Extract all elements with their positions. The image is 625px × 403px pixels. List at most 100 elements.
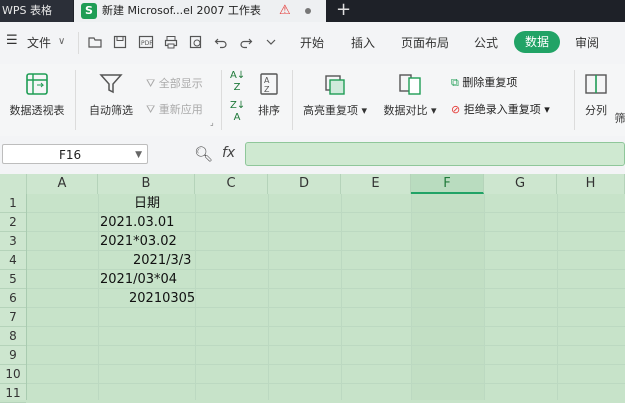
- menu-data[interactable]: 数据: [514, 31, 560, 53]
- row-header-5[interactable]: 5: [0, 270, 26, 289]
- show-all-icon: ⛛: [146, 77, 159, 90]
- row-header-11[interactable]: 11: [0, 384, 26, 403]
- cell-b6[interactable]: 20210305: [129, 289, 195, 308]
- column-header-d[interactable]: D: [268, 174, 341, 194]
- new-tab-button[interactable]: +: [336, 0, 351, 20]
- highlight-duplicates-label: 高亮重复项: [302, 104, 358, 117]
- svg-text:PDF: PDF: [141, 40, 153, 47]
- text-to-columns-button[interactable]: 分列: [582, 72, 610, 118]
- menu-file[interactable]: 文件: [27, 34, 51, 51]
- sort-ascending-button[interactable]: A↓ Z: [230, 70, 245, 94]
- data-compare-button[interactable]: 数据对比 ▾: [378, 72, 442, 118]
- row-header-9[interactable]: 9: [0, 346, 26, 365]
- data-compare-icon: [399, 74, 421, 95]
- column-header-e[interactable]: E: [341, 174, 411, 194]
- reject-duplicates-icon: ⊘: [451, 103, 464, 116]
- row-header-10[interactable]: 10: [0, 365, 26, 384]
- sort-descending-icon: Z↓ A: [230, 100, 246, 123]
- menu-formula[interactable]: 公式: [474, 34, 498, 51]
- row-header-7[interactable]: 7: [0, 308, 26, 327]
- pivot-table-icon: [26, 73, 48, 95]
- column-header-f[interactable]: F: [411, 174, 484, 194]
- redo-icon[interactable]: [239, 35, 253, 49]
- print-preview-icon[interactable]: [189, 35, 203, 49]
- highlight-duplicates-icon: [325, 75, 345, 95]
- active-column-highlight: [411, 194, 484, 400]
- filter-dialog-launcher-icon[interactable]: ⌟: [210, 118, 214, 127]
- split-columns-icon: [585, 74, 607, 94]
- pivot-table-label: 数据透视表: [9, 104, 65, 117]
- sort-button[interactable]: AZ 排序: [254, 72, 284, 118]
- show-all-button[interactable]: ⛛ 全部显示: [146, 75, 203, 91]
- undo-icon[interactable]: [214, 35, 228, 49]
- export-pdf-icon[interactable]: PDF: [138, 35, 154, 49]
- cell-b1[interactable]: 日期: [134, 194, 160, 213]
- column-header-g[interactable]: G: [484, 174, 557, 194]
- column-header-h[interactable]: H: [557, 174, 625, 194]
- autofilter-label: 自动筛选: [89, 104, 133, 117]
- sort-descending-button[interactable]: Z↓ A: [230, 100, 246, 124]
- save-icon[interactable]: [113, 35, 127, 49]
- open-folder-icon[interactable]: [88, 35, 102, 49]
- insert-function-icon[interactable]: fx: [222, 145, 235, 161]
- remove-duplicates-icon: ⧉: [451, 76, 463, 89]
- column-headers: A B C D E F G H: [0, 174, 625, 195]
- select-all-corner[interactable]: [0, 174, 27, 194]
- svg-text:A: A: [264, 76, 270, 85]
- column-header-c[interactable]: C: [195, 174, 268, 194]
- name-box[interactable]: F16 ▼: [2, 144, 148, 164]
- row-header-3[interactable]: 3: [0, 232, 26, 251]
- title-bar: WPS 表格 S 新建 Microsof...el 2007 工作表 ⚠ +: [0, 0, 625, 22]
- row-header-2[interactable]: 2: [0, 213, 26, 232]
- cell-b2[interactable]: 2021.03.01: [100, 213, 174, 232]
- column-header-a[interactable]: A: [27, 174, 98, 194]
- hamburger-menu-icon[interactable]: ☰: [6, 33, 18, 48]
- spreadsheet-file-icon: S: [81, 3, 97, 19]
- ribbon-data: 数据透视表 自动筛选 ⛛ 全部显示 ⛛ 重新应用 ⌟ A↓ Z Z↓ A AZ 排序…: [0, 64, 625, 137]
- file-dropdown-icon[interactable]: ∨: [58, 36, 65, 47]
- menu-insert[interactable]: 插入: [351, 34, 375, 51]
- cell-b3[interactable]: 2021*03.02: [100, 232, 177, 251]
- cell-grid[interactable]: 日期 2021.03.01 2021*03.02 2021/3/3 2021/0…: [27, 194, 625, 400]
- more-filter-button[interactable]: 筛: [614, 110, 625, 126]
- reapply-icon: ⛛: [146, 103, 159, 116]
- row-headers: 1 2 3 4 5 6 7 8 9 10 11: [0, 194, 27, 403]
- highlight-duplicates-button[interactable]: 高亮重复项 ▾: [298, 72, 372, 118]
- formula-input[interactable]: [245, 142, 625, 166]
- reject-duplicates-button[interactable]: ⊘ 拒绝录入重复项 ▾: [451, 101, 550, 117]
- row-header-8[interactable]: 8: [0, 327, 26, 346]
- autofilter-button[interactable]: 自动筛选: [83, 72, 139, 118]
- row-header-1[interactable]: 1: [0, 194, 26, 213]
- highlight-dropdown-icon[interactable]: ▾: [358, 104, 367, 117]
- sort-label: 排序: [258, 104, 280, 117]
- row-header-6[interactable]: 6: [0, 289, 26, 308]
- menu-bar: ☰ 文件 ∨ PDF 开始 插入 页面布局 公式 数据 审阅: [0, 22, 625, 65]
- row-header-4[interactable]: 4: [0, 251, 26, 270]
- formula-bar: F16 ▼ 🔍︎ fx: [0, 136, 625, 175]
- unsaved-dot-icon[interactable]: [305, 8, 311, 14]
- sort-icon: AZ: [260, 73, 278, 95]
- zoom-magnifier-icon[interactable]: 🔍︎: [194, 145, 213, 163]
- data-compare-label: 数据对比: [383, 104, 428, 117]
- reapply-button[interactable]: ⛛ 重新应用: [146, 101, 203, 117]
- name-box-dropdown-icon[interactable]: ▼: [135, 145, 142, 165]
- pivot-table-button[interactable]: 数据透视表: [4, 72, 70, 118]
- cell-b4[interactable]: 2021/3/3: [133, 251, 191, 270]
- svg-text:Z: Z: [264, 85, 270, 94]
- menu-page-layout[interactable]: 页面布局: [401, 34, 449, 51]
- document-tab[interactable]: S 新建 Microsof...el 2007 工作表 ⚠: [74, 0, 326, 22]
- filter-funnel-icon: [99, 74, 123, 94]
- split-label: 分列: [585, 104, 607, 117]
- column-header-b[interactable]: B: [98, 174, 195, 194]
- compare-dropdown-icon[interactable]: ▾: [427, 104, 437, 117]
- print-icon[interactable]: [164, 35, 178, 49]
- quick-access-dropdown-icon[interactable]: [266, 35, 276, 49]
- menu-review[interactable]: 审阅: [575, 34, 599, 51]
- cell-b5[interactable]: 2021/03*04: [100, 270, 177, 289]
- warning-icon: ⚠: [279, 3, 291, 18]
- document-tab-title: 新建 Microsof...el 2007 工作表: [102, 4, 261, 17]
- reject-dropdown-icon[interactable]: ▾: [541, 103, 550, 116]
- remove-duplicates-button[interactable]: ⧉ 删除重复项: [451, 74, 517, 90]
- wps-home-tab[interactable]: WPS 表格: [0, 0, 73, 22]
- menu-home[interactable]: 开始: [300, 34, 324, 51]
